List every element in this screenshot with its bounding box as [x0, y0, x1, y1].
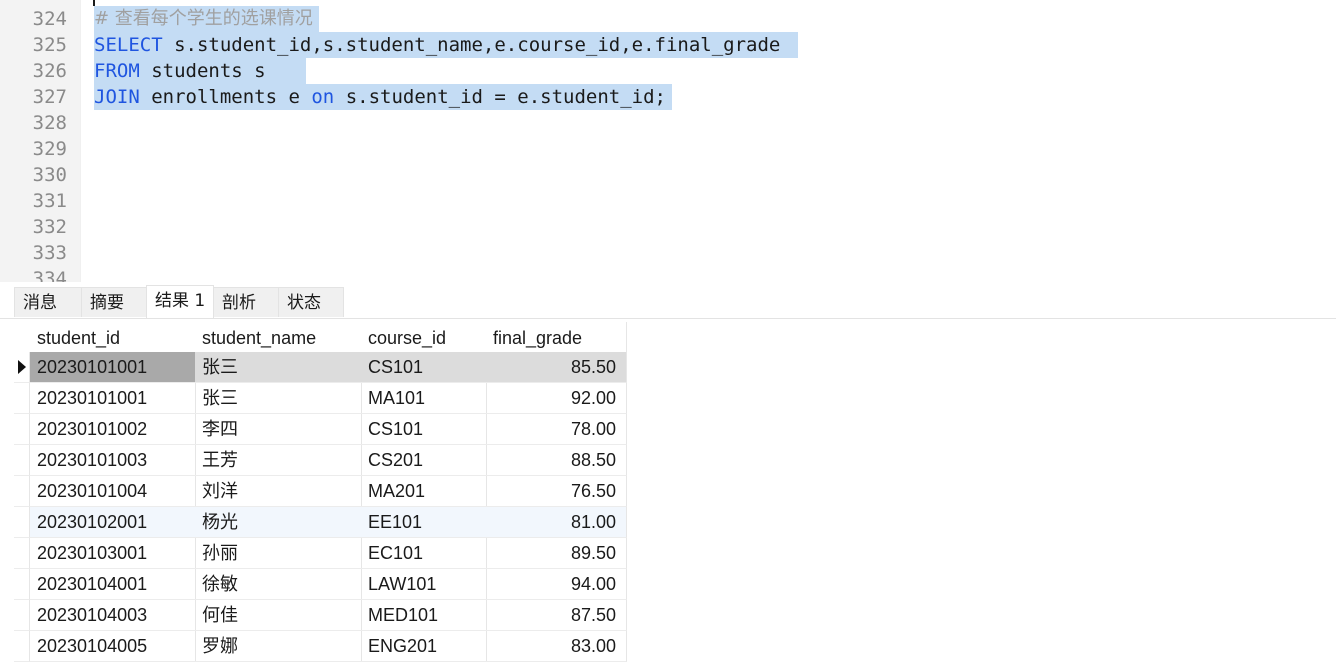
- line-number: 324: [32, 8, 67, 30]
- line-number: 330: [32, 164, 67, 186]
- keyword-on: on: [311, 86, 335, 108]
- cell-student-name[interactable]: 刘洋: [195, 476, 362, 507]
- current-row-arrow-icon: [18, 360, 26, 374]
- code-line-comment[interactable]: # 查看每个学生的选课情况: [94, 6, 319, 32]
- row-indicator: [14, 507, 30, 538]
- cell-final-grade[interactable]: 83.00: [486, 631, 627, 662]
- line-number: 332: [32, 216, 67, 238]
- line-number: 325: [32, 34, 67, 56]
- row-indicator: [14, 352, 30, 383]
- row-indicator: [14, 600, 30, 631]
- column-header-student-name[interactable]: student_name: [195, 322, 362, 353]
- code-line-join[interactable]: JOIN enrollments e on s.student_id = e.s…: [94, 84, 672, 110]
- line-number: 327: [32, 86, 67, 108]
- cell-student-name[interactable]: 罗娜: [195, 631, 362, 662]
- cell-student-name[interactable]: 王芳: [195, 445, 362, 476]
- code-text: enrollments e: [139, 86, 312, 108]
- tab-summary[interactable]: 摘要: [81, 287, 147, 317]
- cell-student-id[interactable]: 20230101002: [30, 414, 196, 445]
- result-tabs: 消息 摘要 结果 1 剖析 状态: [0, 284, 1336, 319]
- cell-course-id[interactable]: EE101: [361, 507, 487, 538]
- cell-student-id[interactable]: 20230103001: [30, 538, 196, 569]
- sql-editor[interactable]: 324 325 326 327 328 329 330 331 332 333 …: [0, 0, 1336, 282]
- cell-student-id[interactable]: 20230104005: [30, 631, 196, 662]
- code-line-from[interactable]: FROM students s: [94, 58, 306, 84]
- cell-course-id[interactable]: MA101: [361, 383, 487, 414]
- cell-course-id[interactable]: CS201: [361, 445, 487, 476]
- line-number: 329: [32, 138, 67, 160]
- row-indicator-header: [14, 322, 31, 353]
- line-number: 333: [32, 242, 67, 264]
- line-number: 331: [32, 190, 67, 212]
- keyword-select: SELECT: [94, 34, 163, 56]
- cell-course-id[interactable]: CS101: [361, 352, 487, 383]
- column-header-course-id[interactable]: course_id: [361, 322, 487, 353]
- cell-course-id[interactable]: LAW101: [361, 569, 487, 600]
- cell-student-id[interactable]: 20230101003: [30, 445, 196, 476]
- cell-final-grade[interactable]: 76.50: [486, 476, 627, 507]
- gutter-divider: [80, 0, 83, 282]
- tab-messages[interactable]: 消息: [14, 287, 82, 317]
- cell-course-id[interactable]: MA201: [361, 476, 487, 507]
- cell-final-grade[interactable]: 85.50: [486, 352, 627, 383]
- cell-student-name[interactable]: 张三: [195, 383, 362, 414]
- cell-final-grade[interactable]: 88.50: [486, 445, 627, 476]
- cell-student-id[interactable]: 20230101001: [30, 383, 196, 414]
- cell-student-name[interactable]: 张三: [195, 352, 362, 383]
- cell-final-grade[interactable]: 81.00: [486, 507, 627, 538]
- cell-student-name[interactable]: 何佳: [195, 600, 362, 631]
- cell-final-grade[interactable]: 94.00: [486, 569, 627, 600]
- cell-student-id[interactable]: 20230104001: [30, 569, 196, 600]
- cell-student-name[interactable]: 李四: [195, 414, 362, 445]
- row-indicator: [14, 414, 30, 445]
- row-indicator: [14, 569, 30, 600]
- keyword-from: FROM: [94, 60, 140, 82]
- code-text: students s: [139, 60, 300, 82]
- cell-final-grade[interactable]: 87.50: [486, 600, 627, 631]
- cell-final-grade[interactable]: 89.50: [486, 538, 627, 569]
- code-text: s.student_id = e.student_id;: [334, 86, 666, 108]
- cell-course-id[interactable]: ENG201: [361, 631, 487, 662]
- cell-student-id[interactable]: 20230101004: [30, 476, 196, 507]
- cell-student-name[interactable]: 杨光: [195, 507, 362, 538]
- line-number: 334: [32, 268, 67, 282]
- line-number: 326: [32, 60, 67, 82]
- column-header-final-grade[interactable]: final_grade: [486, 322, 627, 353]
- line-number-gutter: 324 325 326 327 328 329 330 331 332 333 …: [0, 0, 80, 282]
- cell-student-id[interactable]: 20230101001: [30, 352, 196, 383]
- cell-course-id[interactable]: CS101: [361, 414, 487, 445]
- column-header-student-id[interactable]: student_id: [30, 322, 196, 353]
- row-indicator: [14, 445, 30, 476]
- row-indicator: [14, 631, 30, 662]
- cell-course-id[interactable]: MED101: [361, 600, 487, 631]
- cell-student-name[interactable]: 孙丽: [195, 538, 362, 569]
- cell-final-grade[interactable]: 78.00: [486, 414, 627, 445]
- cell-student-name[interactable]: 徐敏: [195, 569, 362, 600]
- cell-final-grade[interactable]: 92.00: [486, 383, 627, 414]
- cell-course-id[interactable]: EC101: [361, 538, 487, 569]
- row-indicator: [14, 476, 30, 507]
- keyword-join: JOIN: [94, 86, 140, 108]
- line-number: 328: [32, 112, 67, 134]
- code-text: s.student_id,s.student_name,e.course_id,…: [162, 34, 792, 56]
- row-indicator: [14, 383, 30, 414]
- cell-student-id[interactable]: 20230102001: [30, 507, 196, 538]
- tab-result-1[interactable]: 结果 1: [146, 285, 214, 318]
- tab-profile[interactable]: 剖析: [213, 287, 279, 317]
- code-line-select[interactable]: SELECT s.student_id,s.student_name,e.cou…: [94, 32, 798, 58]
- tab-status[interactable]: 状态: [278, 287, 344, 317]
- cell-student-id[interactable]: 20230104003: [30, 600, 196, 631]
- row-indicator: [14, 538, 30, 569]
